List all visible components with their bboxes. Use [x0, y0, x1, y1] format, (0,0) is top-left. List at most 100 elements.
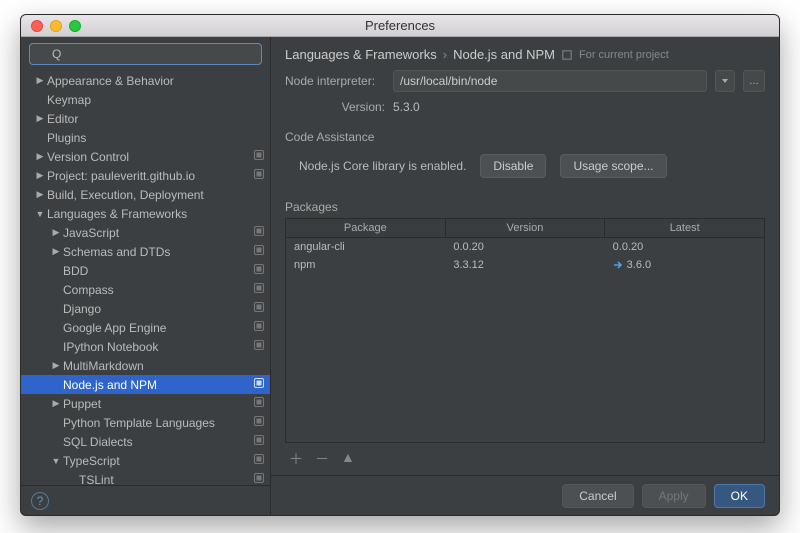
- interpreter-dropdown-button[interactable]: [715, 70, 735, 92]
- tree-item[interactable]: ▶Version Control: [21, 147, 270, 166]
- close-window-button[interactable]: [31, 20, 43, 32]
- project-scope-icon: [252, 226, 266, 239]
- preferences-window: Preferences ▶Appearance & Behavior▶Keyma…: [20, 14, 780, 516]
- tree-item[interactable]: ▶Google App Engine: [21, 318, 270, 337]
- tree-item-label: Django: [63, 302, 252, 316]
- code-assistance-title: Code Assistance: [271, 118, 779, 148]
- chevron-right-icon: ▶: [51, 246, 61, 257]
- project-scope-icon: [252, 264, 266, 277]
- chevron-right-icon: ▶: [51, 227, 61, 238]
- tree-item[interactable]: ▶Compass: [21, 280, 270, 299]
- tree-item[interactable]: ▼TypeScript: [21, 451, 270, 470]
- packages-col-latest[interactable]: Latest: [605, 219, 764, 237]
- tree-item[interactable]: ▶Node.js and NPM: [21, 375, 270, 394]
- version-label: Version:: [285, 100, 385, 114]
- tree-item-label: Editor: [47, 112, 266, 126]
- tree-item-label: Python Template Languages: [63, 416, 252, 430]
- tree-item[interactable]: ▶Python Template Languages: [21, 413, 270, 432]
- tree-item[interactable]: ▶Keymap: [21, 90, 270, 109]
- tree-item-label: Schemas and DTDs: [63, 245, 252, 259]
- tree-item-label: Build, Execution, Deployment: [47, 188, 266, 202]
- code-assistance-status: Node.js Core library is enabled.: [299, 159, 466, 173]
- tree-item-label: JavaScript: [63, 226, 252, 240]
- window-title: Preferences: [21, 18, 779, 33]
- ok-button[interactable]: OK: [714, 484, 765, 508]
- tree-item-label: Puppet: [63, 397, 252, 411]
- project-scope-icon: [252, 169, 266, 182]
- search-input[interactable]: [29, 43, 262, 65]
- tree-item[interactable]: ▶Appearance & Behavior: [21, 71, 270, 90]
- chevron-right-icon: ▶: [35, 189, 45, 200]
- interpreter-path[interactable]: /usr/local/bin/node: [393, 70, 707, 92]
- project-scope-icon: [252, 340, 266, 353]
- tree-item[interactable]: ▶Editor: [21, 109, 270, 128]
- tree-item[interactable]: ▶TSLint: [21, 470, 270, 485]
- main-panel: Languages & Frameworks › Node.js and NPM…: [271, 37, 779, 515]
- tree-item[interactable]: ▶SQL Dialects: [21, 432, 270, 451]
- chevron-right-icon: ▶: [51, 360, 61, 371]
- tree-item[interactable]: ▶BDD: [21, 261, 270, 280]
- zoom-window-button[interactable]: [69, 20, 81, 32]
- tree-item[interactable]: ▶MultiMarkdown: [21, 356, 270, 375]
- tree-item-label: MultiMarkdown: [63, 359, 266, 373]
- help-button[interactable]: ?: [31, 492, 49, 510]
- packages-title: Packages: [271, 188, 779, 218]
- upgrade-package-button[interactable]: ▲: [341, 449, 355, 469]
- project-scope-icon: [252, 454, 266, 467]
- project-scope-icon: [252, 473, 266, 485]
- tree-item[interactable]: ▶JavaScript: [21, 223, 270, 242]
- table-row[interactable]: npm3.3.123.6.0: [286, 256, 764, 274]
- remove-package-button[interactable]: －: [315, 449, 329, 469]
- sidebar: ▶Appearance & Behavior▶Keymap▶Editor▶Plu…: [21, 37, 271, 515]
- project-scope-icon: [252, 435, 266, 448]
- package-version: 0.0.20: [445, 241, 604, 253]
- package-version: 3.3.12: [445, 259, 604, 271]
- tree-item-label: Appearance & Behavior: [47, 74, 266, 88]
- tree-item-label: Keymap: [47, 93, 266, 107]
- settings-tree[interactable]: ▶Appearance & Behavior▶Keymap▶Editor▶Plu…: [21, 71, 270, 485]
- chevron-right-icon: ▶: [35, 113, 45, 124]
- chevron-right-icon: ▶: [35, 151, 45, 162]
- tree-item-label: Google App Engine: [63, 321, 252, 335]
- chevron-down-icon: ▼: [51, 456, 61, 466]
- breadcrumb-parent: Languages & Frameworks: [285, 47, 437, 62]
- cancel-button[interactable]: Cancel: [562, 484, 633, 508]
- tree-item[interactable]: ▶Plugins: [21, 128, 270, 147]
- breadcrumb-current: Node.js and NPM: [453, 47, 555, 62]
- tree-item-label: Plugins: [47, 131, 266, 145]
- tree-item-label: IPython Notebook: [63, 340, 252, 354]
- tree-item[interactable]: ▶Django: [21, 299, 270, 318]
- sidebar-footer: ?: [21, 485, 270, 515]
- tree-item[interactable]: ▼Languages & Frameworks: [21, 204, 270, 223]
- tree-item[interactable]: ▶Puppet: [21, 394, 270, 413]
- packages-col-version[interactable]: Version: [446, 219, 606, 237]
- tree-item[interactable]: ▶Schemas and DTDs: [21, 242, 270, 261]
- interpreter-version: 5.3.0: [393, 100, 420, 114]
- chevron-right-icon: ▶: [35, 170, 45, 181]
- project-scope-icon: [252, 378, 266, 391]
- package-name: angular-cli: [286, 241, 445, 253]
- disable-button[interactable]: Disable: [480, 154, 546, 178]
- usage-scope-button[interactable]: Usage scope...: [560, 154, 666, 178]
- minimize-window-button[interactable]: [50, 20, 62, 32]
- tree-item-label: Version Control: [47, 150, 252, 164]
- project-scope-icon: [252, 416, 266, 429]
- tree-item[interactable]: ▶Build, Execution, Deployment: [21, 185, 270, 204]
- add-package-button[interactable]: ＋: [289, 449, 303, 469]
- tree-item-label: Node.js and NPM: [63, 378, 252, 392]
- project-scope-icon: [252, 245, 266, 258]
- tree-item[interactable]: ▶IPython Notebook: [21, 337, 270, 356]
- project-scope-icon: [252, 321, 266, 334]
- package-latest: 3.6.0: [605, 259, 764, 271]
- breadcrumb-scope: For current project: [579, 49, 669, 61]
- packages-table[interactable]: angular-cli0.0.200.0.20npm3.3.123.6.0: [285, 237, 765, 443]
- project-scope-icon: [252, 302, 266, 315]
- chevron-down-icon: ▼: [35, 209, 45, 219]
- tree-item-label: TypeScript: [63, 454, 252, 468]
- packages-col-package[interactable]: Package: [286, 219, 446, 237]
- table-row[interactable]: angular-cli0.0.200.0.20: [286, 238, 764, 256]
- tree-item-label: SQL Dialects: [63, 435, 252, 449]
- interpreter-browse-button[interactable]: …: [743, 70, 765, 92]
- tree-item[interactable]: ▶Project: pauleveritt.github.io: [21, 166, 270, 185]
- breadcrumb: Languages & Frameworks › Node.js and NPM…: [271, 37, 779, 66]
